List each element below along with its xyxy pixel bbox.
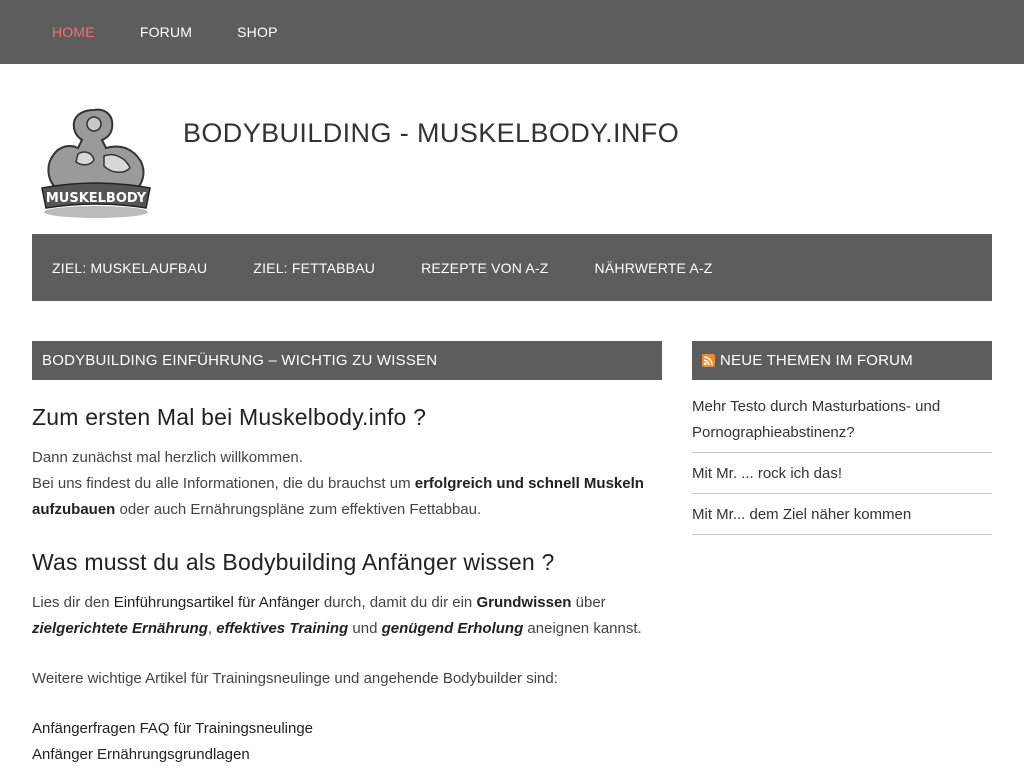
- welcome-text-a: Bei uns findest du alle Informationen, d…: [32, 475, 415, 492]
- site-title[interactable]: BODYBUILDING - MUSKELBODY.INFO: [183, 118, 679, 149]
- separator: ,: [207, 620, 217, 637]
- forum-topic-item[interactable]: Mit Mr. ... rock ich das!: [692, 461, 992, 494]
- mainnav-naehrwerte[interactable]: NÄHRWERTE A-Z: [595, 260, 713, 276]
- mainnav-fettabbau[interactable]: ZIEL: FETTABBAU: [253, 260, 375, 276]
- faq-link[interactable]: Anfängerfragen FAQ für Trainingsneulinge: [32, 716, 662, 742]
- training-emphasis: effektives Training: [216, 620, 349, 637]
- section-title: BODYBUILDING EINFÜHRUNG – WICHTIG ZU WIS…: [32, 341, 662, 380]
- top-navigation: HOME FORUM SHOP: [52, 0, 323, 64]
- beginner-text-end: aneignen kannst.: [523, 620, 642, 637]
- top-bar: HOME FORUM SHOP: [0, 0, 1024, 64]
- forum-widget-title: NEUE THEMEN IM FORUM: [692, 341, 992, 380]
- welcome-heading: Zum ersten Mal bei Muskelbody.info ?: [32, 404, 427, 430]
- recovery-emphasis: genügend Erholung: [381, 620, 524, 637]
- conjunction: und: [348, 620, 382, 637]
- further-articles-intro: Weitere wichtige Artikel für Trainingsne…: [32, 670, 558, 687]
- topnav-home[interactable]: HOME: [52, 24, 95, 40]
- forum-topic-item[interactable]: Mit Mr... dem Ziel näher kommen: [692, 502, 992, 535]
- beginner-heading: Was musst du als Bodybuilding Anfänger w…: [32, 549, 555, 575]
- article-links: Anfängerfragen FAQ für Trainingsneulinge…: [32, 716, 662, 768]
- nutrition-emphasis: zielgerichtete Ernährung: [32, 620, 208, 637]
- rss-icon[interactable]: [702, 354, 715, 367]
- beginner-text-a: Lies dir den: [32, 594, 114, 611]
- topnav-shop[interactable]: SHOP: [237, 24, 277, 40]
- nutrition-basics-link[interactable]: Anfänger Ernährungsgrundlagen: [32, 742, 662, 768]
- logo-text: MUSKELBODY: [46, 191, 147, 206]
- sidebar: NEUE THEMEN IM FORUM Mehr Testo durch Ma…: [692, 341, 992, 543]
- mainnav-muskelaufbau[interactable]: ZIEL: MUSKELAUFBAU: [52, 260, 207, 276]
- basics-bold: Grundwissen: [476, 594, 572, 611]
- intro-article-link[interactable]: Einführungsartikel für Anfänger: [114, 594, 320, 611]
- muskelbody-logo[interactable]: MUSKELBODY: [36, 104, 156, 222]
- beginner-text-b: durch, damit du dir ein: [319, 594, 477, 611]
- welcome-text-b: oder auch Ernährungspläne zum effektiven…: [115, 501, 482, 518]
- mainnav-rezepte[interactable]: REZEPTE VON A-Z: [421, 260, 548, 276]
- welcome-line: Dann zunächst mal herzlich willkommen.: [32, 449, 303, 466]
- main-navigation: ZIEL: MUSKELAUFBAU ZIEL: FETTABBAU REZEP…: [32, 234, 992, 301]
- welcome-paragraph: Dann zunächst mal herzlich willkommen. B…: [32, 445, 662, 523]
- topnav-forum[interactable]: FORUM: [140, 24, 192, 40]
- forum-widget-label[interactable]: NEUE THEMEN IM FORUM: [720, 341, 913, 380]
- beginner-paragraph: Lies dir den Einführungsartikel für Anfä…: [32, 590, 662, 642]
- forum-topic-item[interactable]: Mehr Testo durch Masturbations- und Porn…: [692, 394, 992, 453]
- main-content: BODYBUILDING EINFÜHRUNG – WICHTIG ZU WIS…: [32, 341, 662, 768]
- beginner-text-c: über: [571, 594, 606, 611]
- forum-topic-list: Mehr Testo durch Masturbations- und Porn…: [692, 394, 992, 535]
- site-header: MUSKELBODY BODYBUILDING - MUSKELBODY.INF…: [32, 96, 992, 226]
